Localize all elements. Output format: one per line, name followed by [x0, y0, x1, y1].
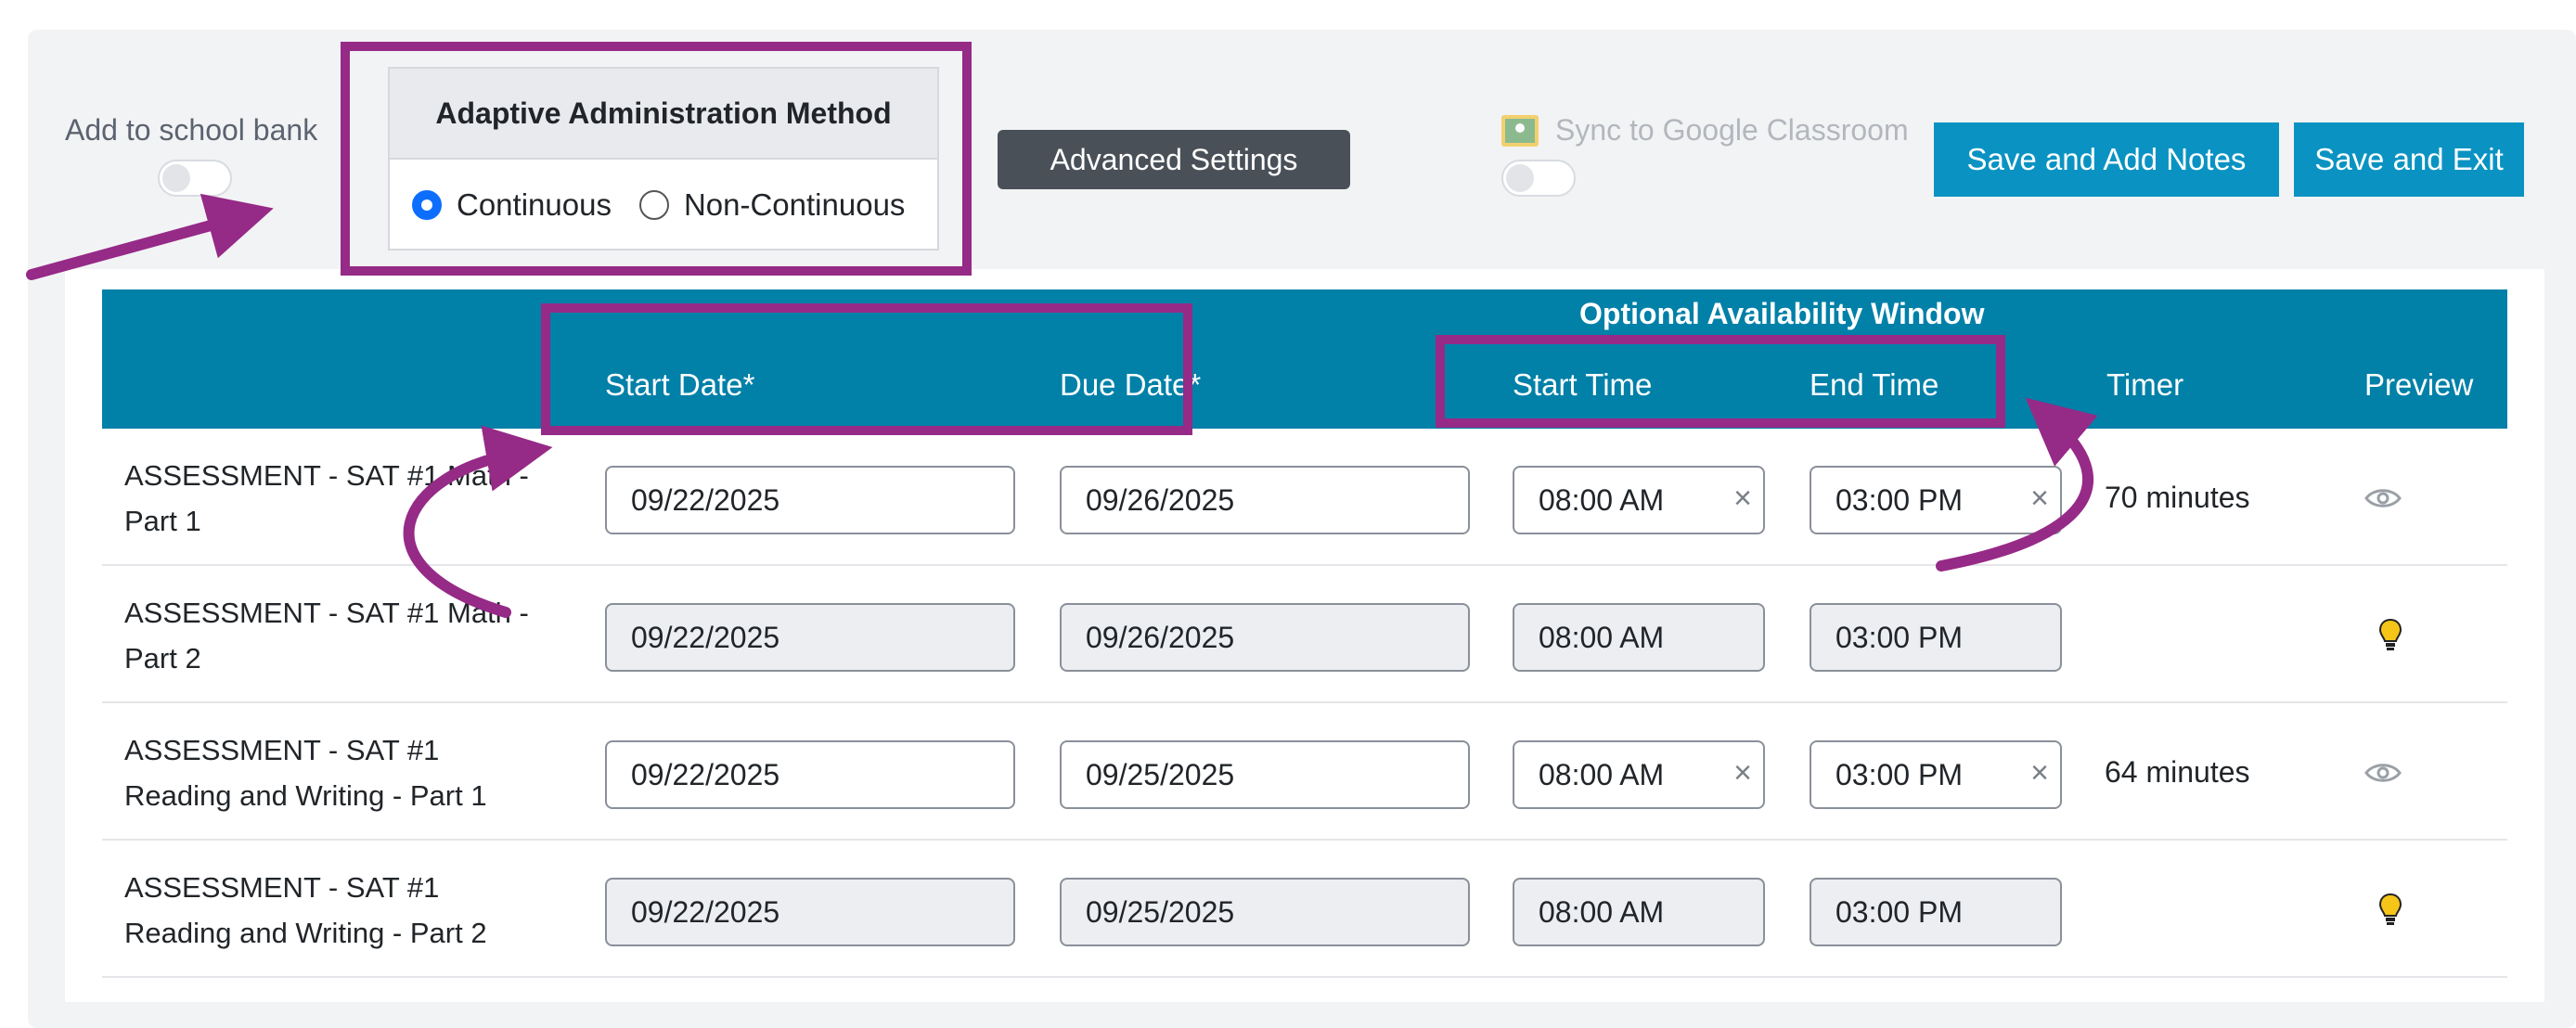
- end-time-value: 03:00 PM: [1835, 620, 1963, 654]
- school-bank-control: Add to school bank: [65, 113, 318, 197]
- lightbulb-icon[interactable]: [2378, 618, 2402, 653]
- due-date-input[interactable]: 09/25/2025: [1060, 740, 1470, 809]
- due-date-value: 09/25/2025: [1086, 757, 1235, 791]
- end-time-input[interactable]: 03:00 PM ×: [1810, 740, 2062, 809]
- assessment-name-line2: Reading and Writing - Part 1: [124, 779, 487, 812]
- assessment-name-line2: Part 1: [124, 505, 201, 537]
- start-date-input[interactable]: 09/22/2025: [605, 466, 1015, 534]
- assessment-name-line1: ASSESSMENT - SAT #1: [124, 871, 440, 904]
- table-header: [102, 289, 2507, 429]
- lightbulb-icon[interactable]: [2378, 893, 2402, 928]
- eye-icon[interactable]: [2364, 761, 2402, 785]
- header-end-time: End Time: [1810, 367, 1939, 402]
- start-date-value: 09/22/2025: [631, 757, 780, 791]
- assessment-name: ASSESSMENT - SAT #1 Reading and Writing -…: [124, 727, 487, 818]
- due-date-value: 09/26/2025: [1086, 482, 1235, 517]
- row-divider: [102, 564, 2507, 566]
- clear-start-time-icon[interactable]: ×: [1733, 481, 1752, 517]
- assessment-name: ASSESSMENT - SAT #1 Reading and Writing -…: [124, 865, 487, 956]
- timer-value: 70 minutes: [2105, 481, 2250, 514]
- end-time-value: 03:00 PM: [1835, 757, 1963, 791]
- start-time-value: 08:00 AM: [1539, 620, 1665, 654]
- radio-continuous-indicator[interactable]: [412, 190, 442, 220]
- start-date-value: 09/22/2025: [631, 894, 780, 929]
- school-bank-toggle[interactable]: [158, 160, 232, 197]
- start-time-input[interactable]: 08:00 AM: [1513, 603, 1765, 672]
- end-time-value: 03:00 PM: [1835, 482, 1963, 517]
- start-time-value: 08:00 AM: [1539, 894, 1665, 929]
- header-timer: Timer: [2106, 367, 2184, 402]
- assessment-name-line1: ASSESSMENT - SAT #1 Math -: [124, 597, 529, 629]
- radio-continuous[interactable]: Continuous: [412, 187, 612, 223]
- toggle-knob: [1506, 164, 1534, 192]
- start-date-input[interactable]: 09/22/2025: [605, 740, 1015, 809]
- eye-icon[interactable]: [2364, 486, 2402, 510]
- radio-non-continuous-label: Non-Continuous: [683, 187, 906, 222]
- header-due-date: Due Date*: [1060, 367, 1202, 402]
- start-time-value: 08:00 AM: [1539, 482, 1665, 517]
- due-date-input[interactable]: 09/26/2025: [1060, 603, 1470, 672]
- availability-window-caption: Optional Availability Window: [1579, 297, 1985, 330]
- start-date-input[interactable]: 09/22/2025: [605, 878, 1015, 946]
- save-and-add-notes-button[interactable]: Save and Add Notes: [1934, 122, 2279, 197]
- assessment-name: ASSESSMENT - SAT #1 Math - Part 1: [124, 453, 529, 544]
- assessment-name-line1: ASSESSMENT - SAT #1: [124, 734, 440, 766]
- assessment-name-line1: ASSESSMENT - SAT #1 Math -: [124, 459, 529, 492]
- toggle-knob: [162, 164, 190, 192]
- advanced-settings-button[interactable]: Advanced Settings: [998, 130, 1350, 189]
- adaptive-method-title: Adaptive Administration Method: [390, 69, 937, 160]
- start-date-value: 09/22/2025: [631, 620, 780, 654]
- radio-non-continuous[interactable]: Non-Continuous: [638, 187, 906, 223]
- sync-toggle[interactable]: [1501, 160, 1576, 197]
- row-divider: [102, 976, 2507, 978]
- adaptive-method-box: Adaptive Administration Method Continuou…: [388, 67, 939, 251]
- google-classroom-sync: Sync to Google Classroom: [1501, 113, 1909, 197]
- start-time-input[interactable]: 08:00 AM ×: [1513, 740, 1765, 809]
- end-time-input[interactable]: 03:00 PM: [1810, 878, 2062, 946]
- end-time-value: 03:00 PM: [1835, 894, 1963, 929]
- sync-label: Sync to Google Classroom: [1555, 113, 1909, 147]
- due-date-input[interactable]: 09/26/2025: [1060, 466, 1470, 534]
- due-date-input[interactable]: 09/25/2025: [1060, 878, 1470, 946]
- assessment-name-line2: Reading and Writing - Part 2: [124, 917, 487, 949]
- radio-continuous-label: Continuous: [457, 187, 612, 222]
- header-preview: Preview: [2364, 367, 2474, 402]
- header-start-time: Start Time: [1513, 367, 1653, 402]
- clear-start-time-icon[interactable]: ×: [1733, 755, 1752, 791]
- clear-end-time-icon[interactable]: ×: [2030, 481, 2049, 517]
- clear-end-time-icon[interactable]: ×: [2030, 755, 2049, 791]
- due-date-value: 09/25/2025: [1086, 894, 1235, 929]
- assessment-name-line2: Part 2: [124, 642, 201, 675]
- save-and-exit-button[interactable]: Save and Exit: [2294, 122, 2524, 197]
- start-time-input[interactable]: 08:00 AM ×: [1513, 466, 1765, 534]
- end-time-input[interactable]: 03:00 PM ×: [1810, 466, 2062, 534]
- row-divider: [102, 839, 2507, 841]
- header-start-date: Start Date*: [605, 367, 755, 402]
- radio-non-continuous-indicator[interactable]: [638, 190, 669, 220]
- row-divider: [102, 701, 2507, 703]
- start-date-input[interactable]: 09/22/2025: [605, 603, 1015, 672]
- start-time-value: 08:00 AM: [1539, 757, 1665, 791]
- start-date-value: 09/22/2025: [631, 482, 780, 517]
- school-bank-label: Add to school bank: [65, 113, 318, 147]
- due-date-value: 09/26/2025: [1086, 620, 1235, 654]
- start-time-input[interactable]: 08:00 AM: [1513, 878, 1765, 946]
- timer-value: 64 minutes: [2105, 755, 2250, 789]
- google-classroom-icon: [1501, 114, 1539, 147]
- assessment-name: ASSESSMENT - SAT #1 Math - Part 2: [124, 590, 529, 681]
- end-time-input[interactable]: 03:00 PM: [1810, 603, 2062, 672]
